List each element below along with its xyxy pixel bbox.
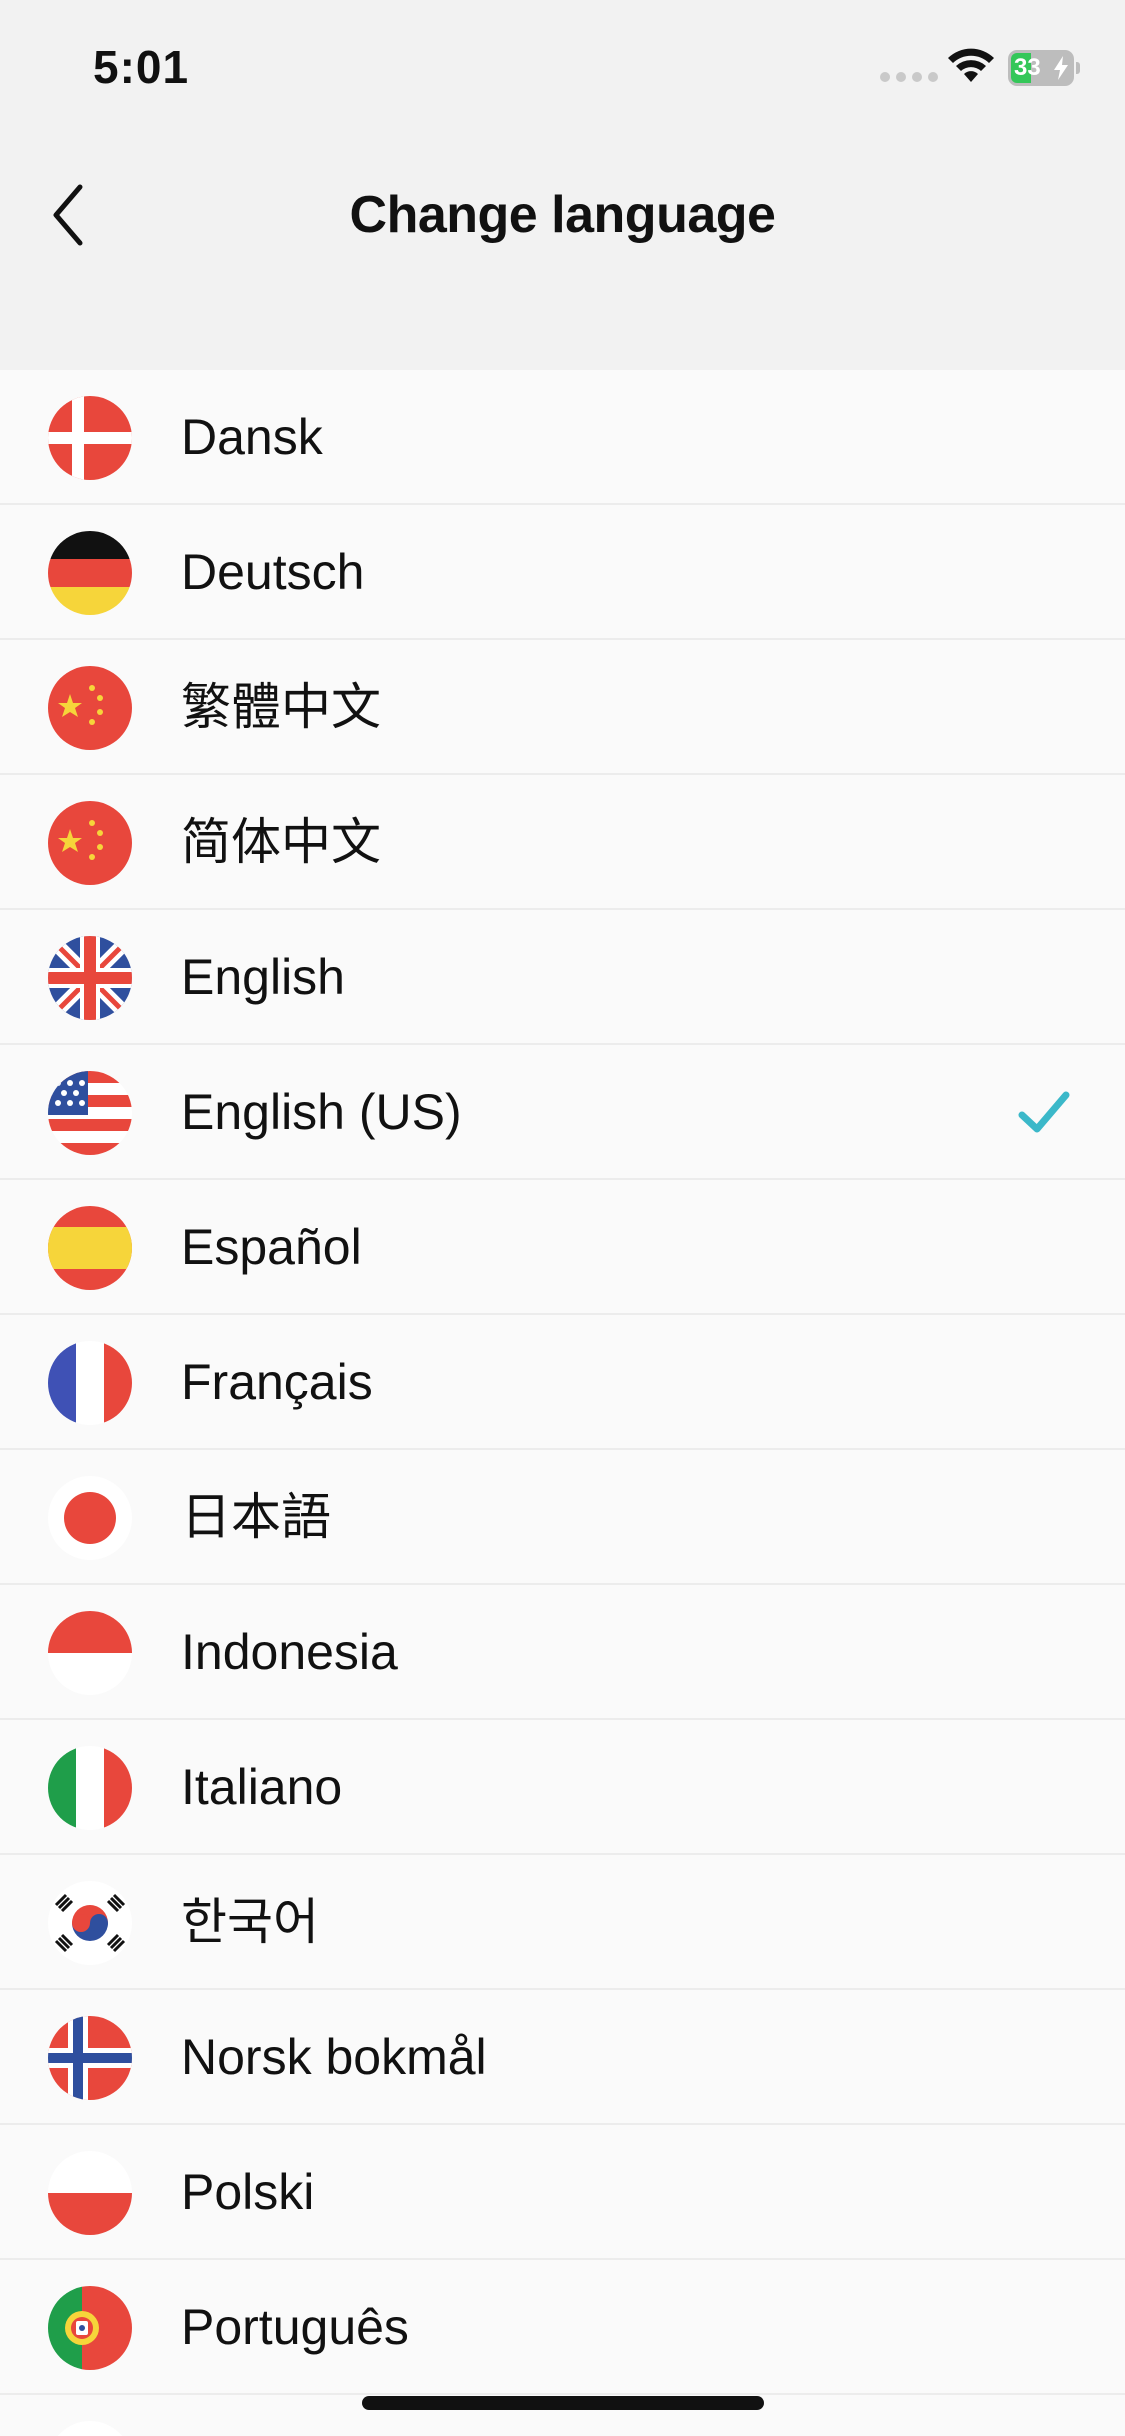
status-time: 5:01 (93, 41, 190, 93)
japan-flag-icon (48, 1476, 132, 1560)
flag-icon (48, 2421, 132, 2436)
language-label: Polski (181, 2164, 315, 2220)
poland-flag-icon (48, 2151, 132, 2235)
language-label: Español (181, 1219, 362, 1275)
status-bar: 5:01 33 (0, 0, 1125, 140)
denmark-flag-icon (48, 396, 132, 480)
language-label: 简体中文 (181, 814, 381, 870)
navigation-bar: Change language (0, 140, 1125, 370)
italy-flag-icon (48, 1746, 132, 1830)
language-label: 한국어 (181, 1894, 319, 1950)
checkmark-icon (1018, 1091, 1070, 1133)
language-label: 日本語 (181, 1489, 331, 1545)
language-row-deutsch[interactable]: Deutsch (0, 505, 1125, 640)
language-label: Norsk bokmål (181, 2029, 487, 2085)
language-label: Dansk (181, 409, 323, 465)
language-label: English (US) (181, 1084, 462, 1140)
language-row-portugues[interactable]: Português (0, 2260, 1125, 2395)
language-label: 繁體中文 (181, 679, 381, 735)
wifi-icon (948, 48, 994, 82)
language-label: Português (181, 2299, 409, 2355)
language-list: Dansk Deutsch 繁體中文 简体中文 English English … (0, 370, 1125, 2436)
language-row-traditional-chinese[interactable]: 繁體中文 (0, 640, 1125, 775)
language-row-simplified-chinese[interactable]: 简体中文 (0, 775, 1125, 910)
battery-icon: 33 (1008, 50, 1080, 86)
language-label: Italiano (181, 1759, 343, 1815)
language-row-francais[interactable]: Français (0, 1315, 1125, 1450)
language-label: Deutsch (181, 544, 365, 600)
germany-flag-icon (48, 531, 132, 615)
language-row-japanese[interactable]: 日本語 (0, 1450, 1125, 1585)
norway-flag-icon (48, 2016, 132, 2100)
language-label: Indonesia (181, 1624, 398, 1680)
spain-flag-icon (48, 1206, 132, 1290)
language-row-korean[interactable]: 한국어 (0, 1855, 1125, 1990)
language-row-espanol[interactable]: Español (0, 1180, 1125, 1315)
indonesia-flag-icon (48, 1611, 132, 1695)
language-label: Français (181, 1354, 373, 1410)
france-flag-icon (48, 1341, 132, 1425)
china-flag-icon (48, 666, 132, 750)
us-flag-icon (48, 1071, 132, 1155)
charging-bolt-icon (1054, 56, 1068, 80)
language-label: English (181, 949, 345, 1005)
language-row-english-us[interactable]: English (US) (0, 1045, 1125, 1180)
home-indicator[interactable] (362, 2396, 764, 2410)
cellular-signal-icon (880, 72, 938, 82)
language-row-english[interactable]: English (0, 910, 1125, 1045)
china-flag-icon (48, 801, 132, 885)
language-row-italiano[interactable]: Italiano (0, 1720, 1125, 1855)
korea-flag-icon (48, 1881, 132, 1965)
language-row-indonesia[interactable]: Indonesia (0, 1585, 1125, 1720)
uk-flag-icon (48, 936, 132, 1020)
language-row-polski[interactable]: Polski (0, 2125, 1125, 2260)
page-title: Change language (349, 186, 776, 244)
portugal-flag-icon (48, 2286, 132, 2370)
language-row-norsk-bokmal[interactable]: Norsk bokmål (0, 1990, 1125, 2125)
language-row-dansk[interactable]: Dansk (0, 370, 1125, 505)
